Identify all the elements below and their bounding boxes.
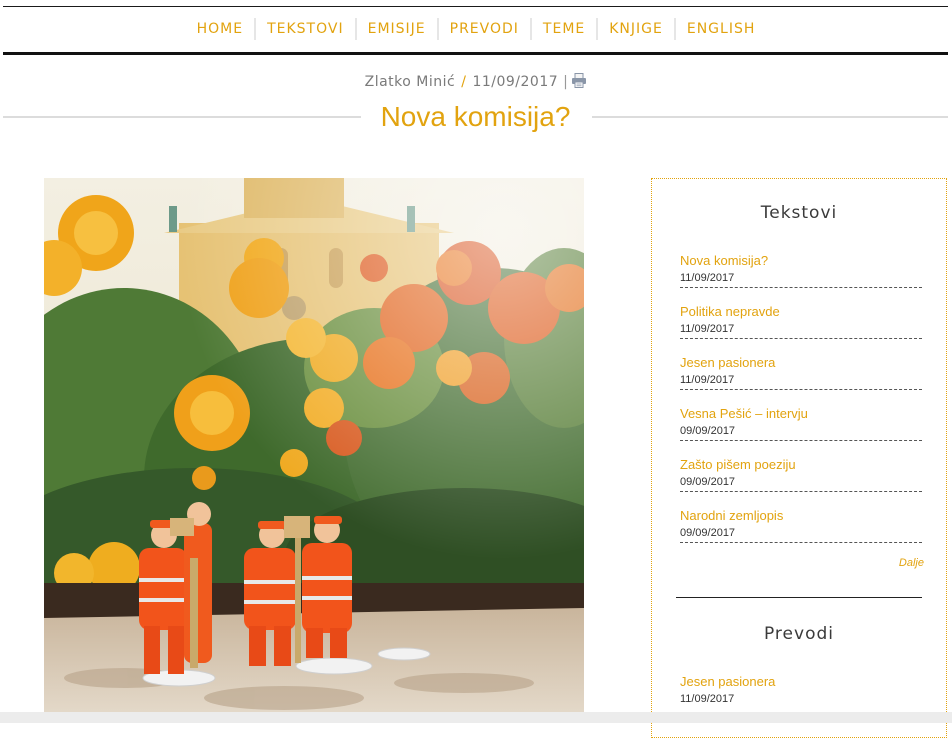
sidebar-heading-prevodi: Prevodi xyxy=(763,624,834,644)
article-meta: Zlatko Minić / 11/09/2017 | xyxy=(0,73,952,92)
list-item: Jesen pasionera 11/09/2017 xyxy=(680,355,922,390)
entry-date: 09/09/2017 xyxy=(680,425,736,437)
nav-knjige[interactable]: KNJIGE xyxy=(598,18,676,40)
meta-separator: | xyxy=(563,74,569,90)
sidebar-heading-tekstovi: Tekstovi xyxy=(760,203,838,223)
page-title: Nova komisija? xyxy=(380,101,571,132)
nav-english[interactable]: ENGLISH xyxy=(676,18,767,40)
list-item: Politika nepravde 11/09/2017 xyxy=(680,304,922,339)
article-photo xyxy=(44,178,584,723)
entry-date: 11/09/2017 xyxy=(680,374,735,386)
entry-date: 09/09/2017 xyxy=(680,527,736,539)
nav-teme[interactable]: TEME xyxy=(532,18,599,40)
entry-link[interactable]: Zašto pišem poeziju xyxy=(680,457,922,473)
nav-tekstovi[interactable]: TEKSTOVI xyxy=(256,18,357,40)
entry-link[interactable]: Narodni zemljopis xyxy=(680,508,922,524)
article-date: 11/09/2017 xyxy=(472,74,559,90)
print-icon[interactable] xyxy=(571,73,587,92)
top-rule xyxy=(3,6,948,7)
list-item: Vesna Pešić – intervju 09/09/2017 xyxy=(680,406,922,441)
sidebar: Tekstovi Nova komisija? 11/09/2017 Polit… xyxy=(651,178,947,738)
more-link[interactable]: Dalje xyxy=(652,557,924,569)
entry-link[interactable]: Politika nepravde xyxy=(680,304,922,320)
nav-emisije[interactable]: EMISIJE xyxy=(357,18,439,40)
entry-date: 09/09/2017 xyxy=(680,476,736,488)
list-item: Jesen pasionera 11/09/2017 xyxy=(680,674,922,708)
entry-link[interactable]: Nova komisija? xyxy=(680,253,922,269)
entry-date: 11/09/2017 xyxy=(680,323,735,335)
list-item: Nova komisija? 11/09/2017 xyxy=(680,253,922,288)
title-row: Nova komisija? xyxy=(3,98,948,136)
list-item: Zašto pišem poeziju 09/09/2017 xyxy=(680,457,922,492)
nav-home[interactable]: HOME xyxy=(186,18,257,40)
article-author: Zlatko Minić xyxy=(364,74,456,90)
entry-date: 11/09/2017 xyxy=(680,272,735,284)
entry-date: 11/09/2017 xyxy=(680,693,735,705)
entry-link[interactable]: Jesen pasionera xyxy=(680,355,922,371)
nav-divider xyxy=(3,52,948,55)
list-item: Narodni zemljopis 09/09/2017 xyxy=(680,508,922,543)
sidebar-divider xyxy=(676,597,922,598)
main-nav: HOME TEKSTOVI EMISIJE PREVODI TEME KNJIG… xyxy=(0,14,952,44)
horizontal-scrollbar[interactable] xyxy=(0,712,952,723)
entry-link[interactable]: Vesna Pešić – intervju xyxy=(680,406,922,422)
entry-link[interactable]: Jesen pasionera xyxy=(680,674,922,690)
meta-slash: / xyxy=(461,74,467,90)
nav-prevodi[interactable]: PREVODI xyxy=(439,18,532,40)
